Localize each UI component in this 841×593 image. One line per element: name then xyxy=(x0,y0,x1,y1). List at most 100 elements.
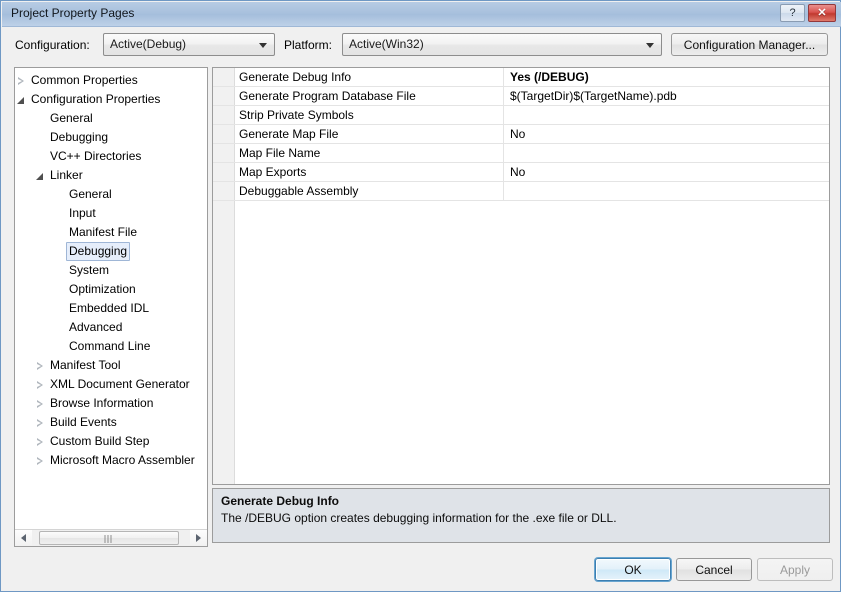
property-name: Map Exports xyxy=(239,165,307,179)
tree-item-general[interactable]: General xyxy=(15,109,207,128)
tree-item-label: Browse Information xyxy=(50,396,154,410)
chevron-right-icon[interactable] xyxy=(36,381,45,390)
configuration-toolbar: Configuration: Active(Debug) Platform: A… xyxy=(1,27,841,63)
tree-item-build-events[interactable]: Build Events xyxy=(15,413,207,432)
tree-item-common-properties[interactable]: Common Properties xyxy=(15,71,207,90)
tree-item-label: Optimization xyxy=(69,282,136,296)
chevron-right-icon[interactable] xyxy=(36,457,45,466)
tree-item-label: Custom Build Step xyxy=(50,434,150,448)
tree-item-debugging[interactable]: Debugging xyxy=(15,128,207,147)
description-title: Generate Debug Info xyxy=(221,494,340,508)
chevron-down-icon xyxy=(259,43,267,48)
platform-value: Active(Win32) xyxy=(349,37,424,51)
tree-item-label: General xyxy=(50,111,93,125)
tree-item-label: Manifest File xyxy=(69,225,138,239)
tree-item-linker[interactable]: Linker xyxy=(15,166,207,185)
tree-item-label: Configuration Properties xyxy=(31,92,161,106)
dialog-footer: OK Cancel Apply xyxy=(1,551,841,593)
property-name: Generate Debug Info xyxy=(239,70,352,84)
property-value[interactable]: No xyxy=(510,127,525,141)
scroll-left-icon[interactable] xyxy=(15,530,32,546)
property-tree-panel: Common Properties Configuration Propertie… xyxy=(14,67,208,547)
platform-label: Platform: xyxy=(284,38,333,52)
column-divider xyxy=(503,125,504,144)
configuration-combobox[interactable]: Active(Debug) xyxy=(103,33,275,56)
tree-item-label: Command Line xyxy=(69,339,151,353)
tree-item-label: Common Properties xyxy=(31,73,138,87)
chevron-right-icon[interactable] xyxy=(17,77,26,86)
tree-item-label: VC++ Directories xyxy=(50,149,142,163)
tree-item-system[interactable]: System xyxy=(15,261,207,280)
column-divider xyxy=(503,163,504,182)
close-icon[interactable]: ✕ xyxy=(808,4,836,22)
ok-button[interactable]: OK xyxy=(595,558,671,581)
tree-item-label: Build Events xyxy=(50,415,117,429)
property-value[interactable]: Yes (/DEBUG) xyxy=(510,70,589,84)
column-divider xyxy=(503,106,504,125)
chevron-down-icon xyxy=(646,43,654,48)
tree-item-debugging[interactable]: Debugging xyxy=(15,242,207,261)
column-divider xyxy=(503,87,504,106)
tree-item-command-line[interactable]: Command Line xyxy=(15,337,207,356)
property-row[interactable]: Map File Name xyxy=(213,144,829,163)
tree-item-configuration-properties[interactable]: Configuration Properties xyxy=(15,90,207,109)
tree-item-manifest-tool[interactable]: Manifest Tool xyxy=(15,356,207,375)
window-title: Project Property Pages xyxy=(11,6,135,20)
chevron-down-icon[interactable] xyxy=(36,172,45,181)
tree-item-label: Manifest Tool xyxy=(50,358,121,372)
property-name: Strip Private Symbols xyxy=(239,108,354,122)
tree-item-label: Advanced xyxy=(69,320,123,334)
description-panel: Generate Debug Info The /DEBUG option cr… xyxy=(212,488,830,543)
platform-combobox[interactable]: Active(Win32) xyxy=(342,33,662,56)
tree-item-input[interactable]: Input xyxy=(15,204,207,223)
configuration-value: Active(Debug) xyxy=(110,37,187,51)
property-name: Generate Program Database File xyxy=(239,89,416,103)
column-divider xyxy=(503,182,504,201)
tree-item-general[interactable]: General xyxy=(15,185,207,204)
help-icon[interactable]: ? xyxy=(780,4,805,22)
scroll-right-icon[interactable] xyxy=(190,530,207,546)
tree-item-optimization[interactable]: Optimization xyxy=(15,280,207,299)
property-row[interactable]: Map Exports No xyxy=(213,163,829,182)
tree-item-custom-build-step[interactable]: Custom Build Step xyxy=(15,432,207,451)
scrollbar-thumb[interactable] xyxy=(39,531,179,545)
property-row[interactable]: Generate Program Database File $(TargetDi… xyxy=(213,87,829,106)
cancel-button[interactable]: Cancel xyxy=(676,558,752,581)
property-value[interactable]: No xyxy=(510,165,525,179)
title-bar: Project Property Pages ? ✕ xyxy=(2,2,841,27)
chevron-down-icon[interactable] xyxy=(17,96,26,105)
tree-item-manifest-file[interactable]: Manifest File xyxy=(15,223,207,242)
tree-item-embedded-idl[interactable]: Embedded IDL xyxy=(15,299,207,318)
chevron-right-icon[interactable] xyxy=(36,438,45,447)
chevron-right-icon[interactable] xyxy=(36,362,45,371)
chevron-right-icon[interactable] xyxy=(36,400,45,409)
tree-item-label: General xyxy=(69,187,112,201)
property-row[interactable]: Generate Map File No xyxy=(213,125,829,144)
property-name: Debuggable Assembly xyxy=(239,184,359,198)
column-divider xyxy=(503,68,504,87)
property-tree[interactable]: Common Properties Configuration Propertie… xyxy=(15,71,207,470)
chevron-right-icon[interactable] xyxy=(36,419,45,428)
property-name: Map File Name xyxy=(239,146,321,160)
configuration-label: Configuration: xyxy=(15,38,90,52)
apply-button: Apply xyxy=(757,558,833,581)
tree-horizontal-scrollbar[interactable] xyxy=(15,529,207,546)
tree-item-label: Input xyxy=(69,206,96,220)
tree-item-label: System xyxy=(69,263,110,277)
tree-item-vc-directories[interactable]: VC++ Directories xyxy=(15,147,207,166)
property-row[interactable]: Generate Debug Info Yes (/DEBUG) xyxy=(213,68,829,87)
tree-item-browse-information[interactable]: Browse Information xyxy=(15,394,207,413)
property-row[interactable]: Debuggable Assembly xyxy=(213,182,829,201)
property-name: Generate Map File xyxy=(239,127,339,141)
tree-item-microsoft-macro-assembler[interactable]: Microsoft Macro Assembler xyxy=(15,451,207,470)
window-controls: ? ✕ xyxy=(780,4,836,22)
tree-item-label: XML Document Generator xyxy=(50,377,190,391)
property-row[interactable]: Strip Private Symbols xyxy=(213,106,829,125)
property-value[interactable]: $(TargetDir)$(TargetName).pdb xyxy=(510,89,677,103)
tree-item-xml-document-generator[interactable]: XML Document Generator xyxy=(15,375,207,394)
property-grid-panel: Generate Debug Info Yes (/DEBUG) Generate … xyxy=(212,67,830,485)
column-divider xyxy=(503,144,504,163)
tree-item-label: Linker xyxy=(50,168,83,182)
configuration-manager-button[interactable]: Configuration Manager... xyxy=(671,33,828,56)
tree-item-advanced[interactable]: Advanced xyxy=(15,318,207,337)
